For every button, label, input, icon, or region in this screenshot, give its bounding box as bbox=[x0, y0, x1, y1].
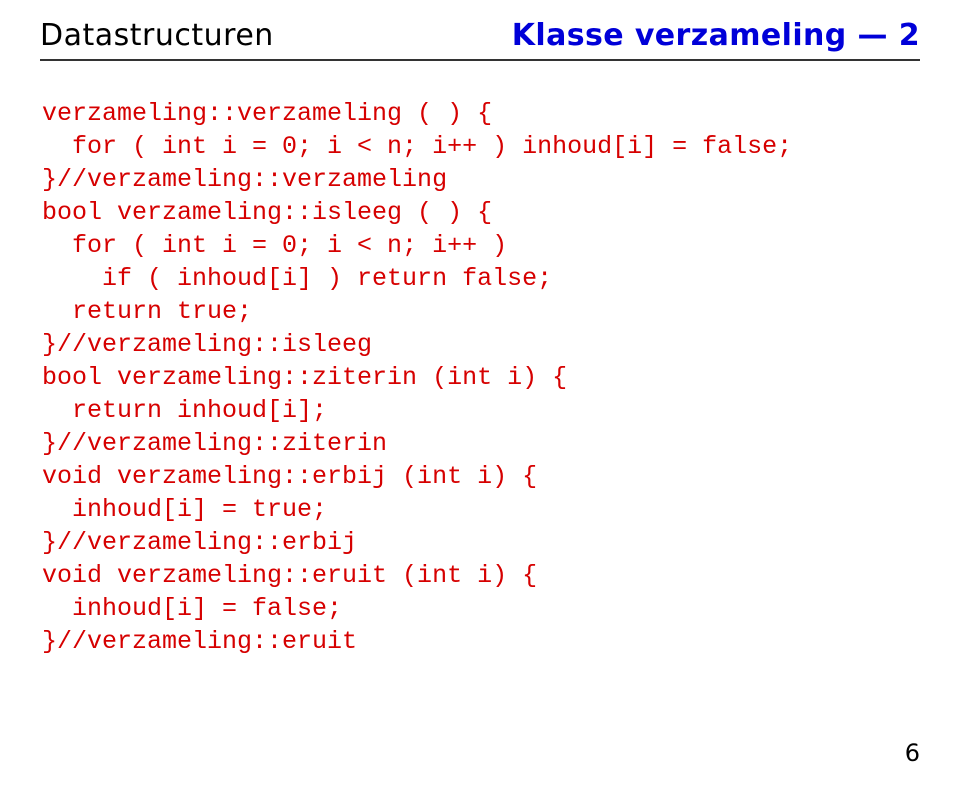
code-line: bool verzameling::ziterin (int i) { bbox=[42, 363, 567, 392]
code-line: }//verzameling::isleeg bbox=[42, 330, 372, 359]
code-line: }//verzameling::ziterin bbox=[42, 429, 387, 458]
code-line: return inhoud[i]; bbox=[42, 396, 327, 425]
code-line: for ( int i = 0; i < n; i++ ) inhoud[i] … bbox=[42, 132, 792, 161]
code-line: verzameling::verzameling ( ) { bbox=[42, 99, 492, 128]
code-line: if ( inhoud[i] ) return false; bbox=[42, 264, 552, 293]
code-line: void verzameling::eruit (int i) { bbox=[42, 561, 537, 590]
slide-header: Datastructuren Klasse verzameling — 2 bbox=[40, 18, 920, 61]
header-right: Klasse verzameling — 2 bbox=[512, 18, 920, 53]
code-block: verzameling::verzameling ( ) { for ( int… bbox=[42, 97, 920, 658]
code-line: }//verzameling::eruit bbox=[42, 627, 357, 656]
code-line: inhoud[i] = false; bbox=[42, 594, 342, 623]
page-number: 6 bbox=[905, 739, 920, 767]
code-line: void verzameling::erbij (int i) { bbox=[42, 462, 537, 491]
header-left: Datastructuren bbox=[40, 18, 274, 53]
code-line: }//verzameling::verzameling bbox=[42, 165, 447, 194]
code-line: }//verzameling::erbij bbox=[42, 528, 357, 557]
code-line: for ( int i = 0; i < n; i++ ) bbox=[42, 231, 507, 260]
code-line: bool verzameling::isleeg ( ) { bbox=[42, 198, 492, 227]
code-line: return true; bbox=[42, 297, 252, 326]
code-line: inhoud[i] = true; bbox=[42, 495, 327, 524]
